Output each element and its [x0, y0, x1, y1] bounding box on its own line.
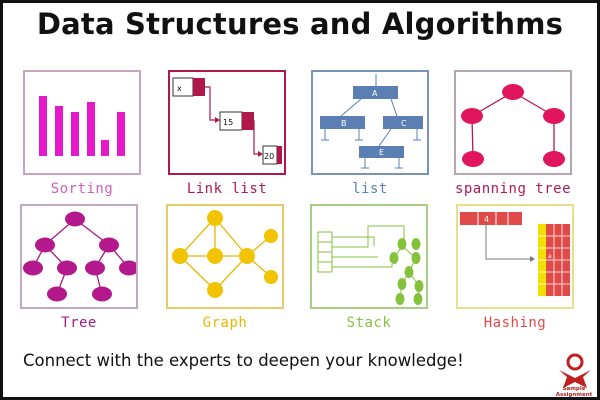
card-hashing[interactable]: 4 a [456, 204, 574, 309]
list-node-label: C [401, 119, 407, 128]
footer-tagline: Connect with the experts to deepen your … [23, 351, 464, 370]
spanning-tree-illustration [461, 84, 565, 167]
hash-key-label: 4 [484, 215, 489, 224]
list-node-label: A [372, 89, 378, 98]
card-tree[interactable] [20, 204, 138, 309]
sorting-bars-illustration [39, 96, 125, 156]
hashing-illustration: 4 a [460, 212, 570, 296]
link-node-label: 20 [264, 152, 274, 161]
graph-illustration [172, 210, 278, 298]
label-tree: Tree [61, 315, 97, 331]
stack-illustration [317, 225, 424, 305]
link-list-illustration: x 15 20 [172, 77, 282, 165]
list-illustration: A B C E [320, 74, 423, 169]
card-list[interactable]: A B C E [311, 70, 429, 175]
label-graph: Graph [202, 315, 248, 331]
list-node-label: E [379, 148, 384, 157]
hash-entry-label: a [548, 253, 552, 260]
link-node-label: x [177, 84, 182, 93]
tree-illustration [23, 211, 136, 302]
card-spanning-tree[interactable] [454, 70, 572, 175]
card-link-list[interactable]: x 15 20 [168, 70, 286, 175]
link-node-label: 15 [223, 118, 233, 127]
label-stack: Stack [346, 315, 392, 331]
card-graph[interactable] [166, 204, 284, 309]
logo-text: Sample Assignment [555, 386, 593, 398]
card-stack[interactable] [310, 204, 428, 309]
label-hashing: Hashing [483, 315, 547, 331]
page-title: Data Structures and Algorithms [36, 7, 564, 41]
label-link-list: Link list [186, 181, 268, 197]
label-list: list [352, 181, 388, 197]
label-spanning-tree: spanning tree [454, 181, 572, 197]
list-node-label: B [341, 119, 347, 128]
card-sorting[interactable] [23, 70, 141, 175]
label-sorting: Sorting [50, 181, 114, 197]
